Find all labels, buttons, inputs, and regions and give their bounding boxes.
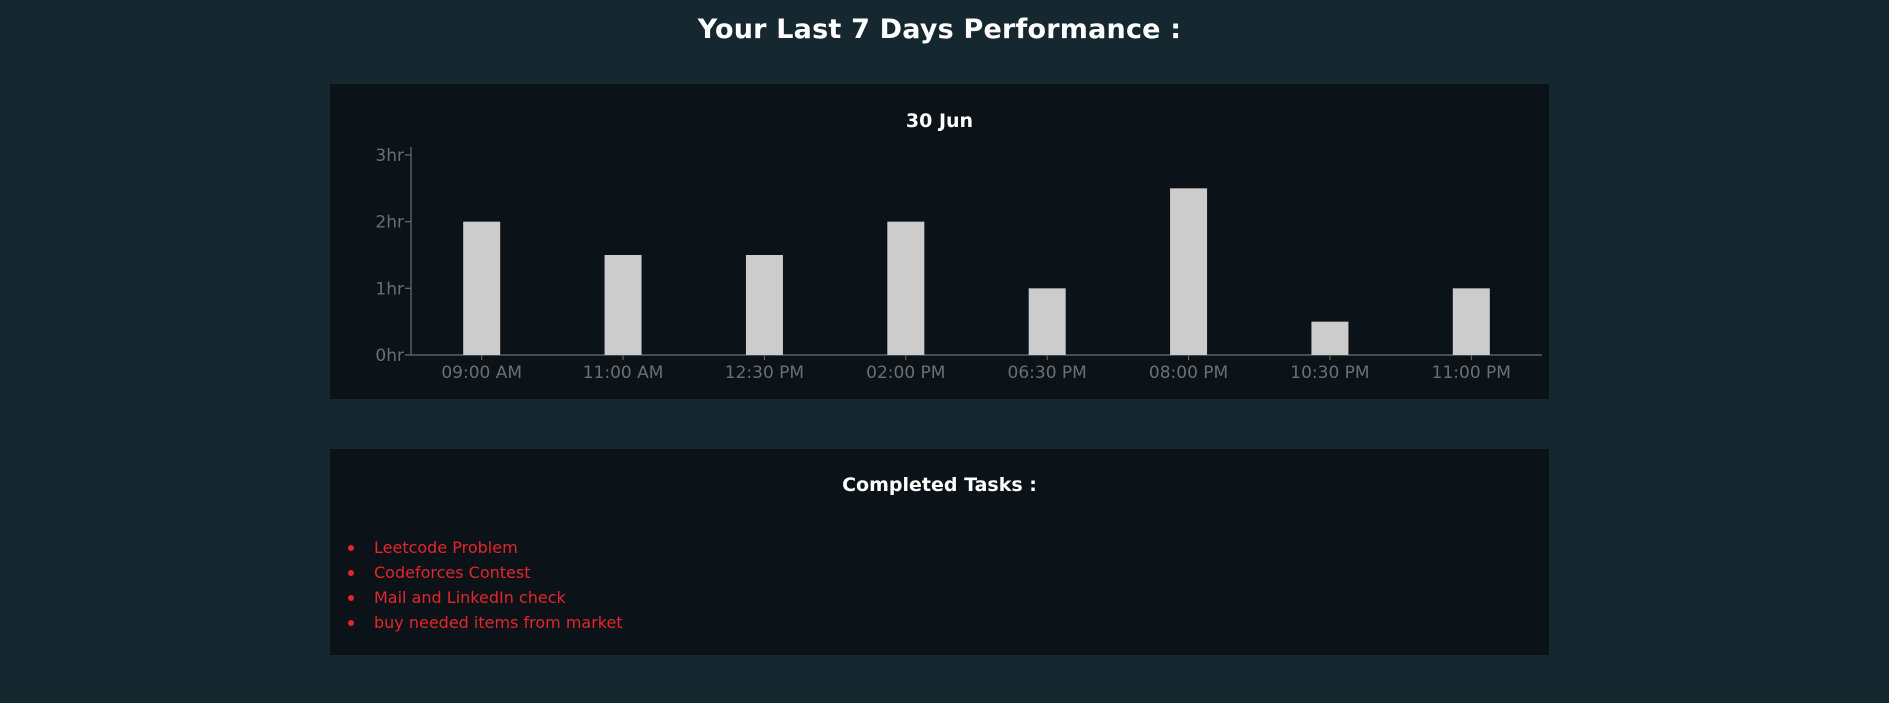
x-tick-label: 02:00 PM (866, 363, 945, 383)
bullet-icon (348, 570, 354, 576)
y-tick-label: 0hr (375, 346, 404, 366)
task-label: buy needed items from market (374, 613, 623, 632)
x-tick-label: 12:30 PM (725, 363, 804, 383)
bar (1311, 321, 1349, 355)
task-label: Mail and LinkedIn check (374, 588, 566, 607)
bullet-icon (348, 620, 354, 626)
x-tick-label: 11:00 PM (1432, 363, 1511, 383)
bar (604, 255, 642, 355)
page-title: Your Last 7 Days Performance : (697, 14, 1182, 45)
bullet-icon (348, 595, 354, 601)
x-tick-label: 09:00 AM (441, 363, 522, 383)
bar (887, 221, 925, 355)
bar (1028, 288, 1066, 355)
task-item: Mail and LinkedIn check (348, 585, 623, 610)
task-item: Leetcode Problem (348, 535, 623, 560)
y-tick-label: 1hr (375, 279, 404, 299)
completed-tasks-panel: Completed Tasks : Leetcode Problem Codef… (330, 449, 1549, 655)
chart-title: 30 Jun (905, 110, 974, 132)
task-label: Leetcode Problem (374, 538, 518, 557)
x-tick-label: 11:00 AM (583, 363, 664, 383)
x-axis: 09:00 AM 11:00 AM 12:30 PM 02:00 PM 06:30 PM… (411, 354, 1542, 383)
y-tick-label: 2hr (375, 213, 404, 233)
bar (463, 221, 501, 355)
task-list: Leetcode Problem Codeforces Contest Mail… (348, 535, 623, 635)
bars (463, 188, 1490, 355)
completed-tasks-title: Completed Tasks : (842, 474, 1037, 496)
x-tick-label: 10:30 PM (1290, 363, 1369, 383)
task-item: Codeforces Contest (348, 560, 623, 585)
bullet-icon (348, 545, 354, 551)
task-item: buy needed items from market (348, 610, 623, 635)
bar (1452, 288, 1490, 355)
bar (745, 255, 783, 355)
bar (1170, 188, 1208, 355)
task-label: Codeforces Contest (374, 563, 531, 582)
x-tick-label: 06:30 PM (1008, 363, 1087, 383)
x-tick-label: 08:00 PM (1149, 363, 1228, 383)
y-axis: 0hr 1hr 2hr 3hr (375, 146, 412, 366)
performance-chart-panel: 0hr 1hr 2hr 3hr 09:00 AM 11:00 AM 12:30 PM 02:… (330, 84, 1549, 399)
y-tick-label: 3hr (375, 146, 404, 166)
